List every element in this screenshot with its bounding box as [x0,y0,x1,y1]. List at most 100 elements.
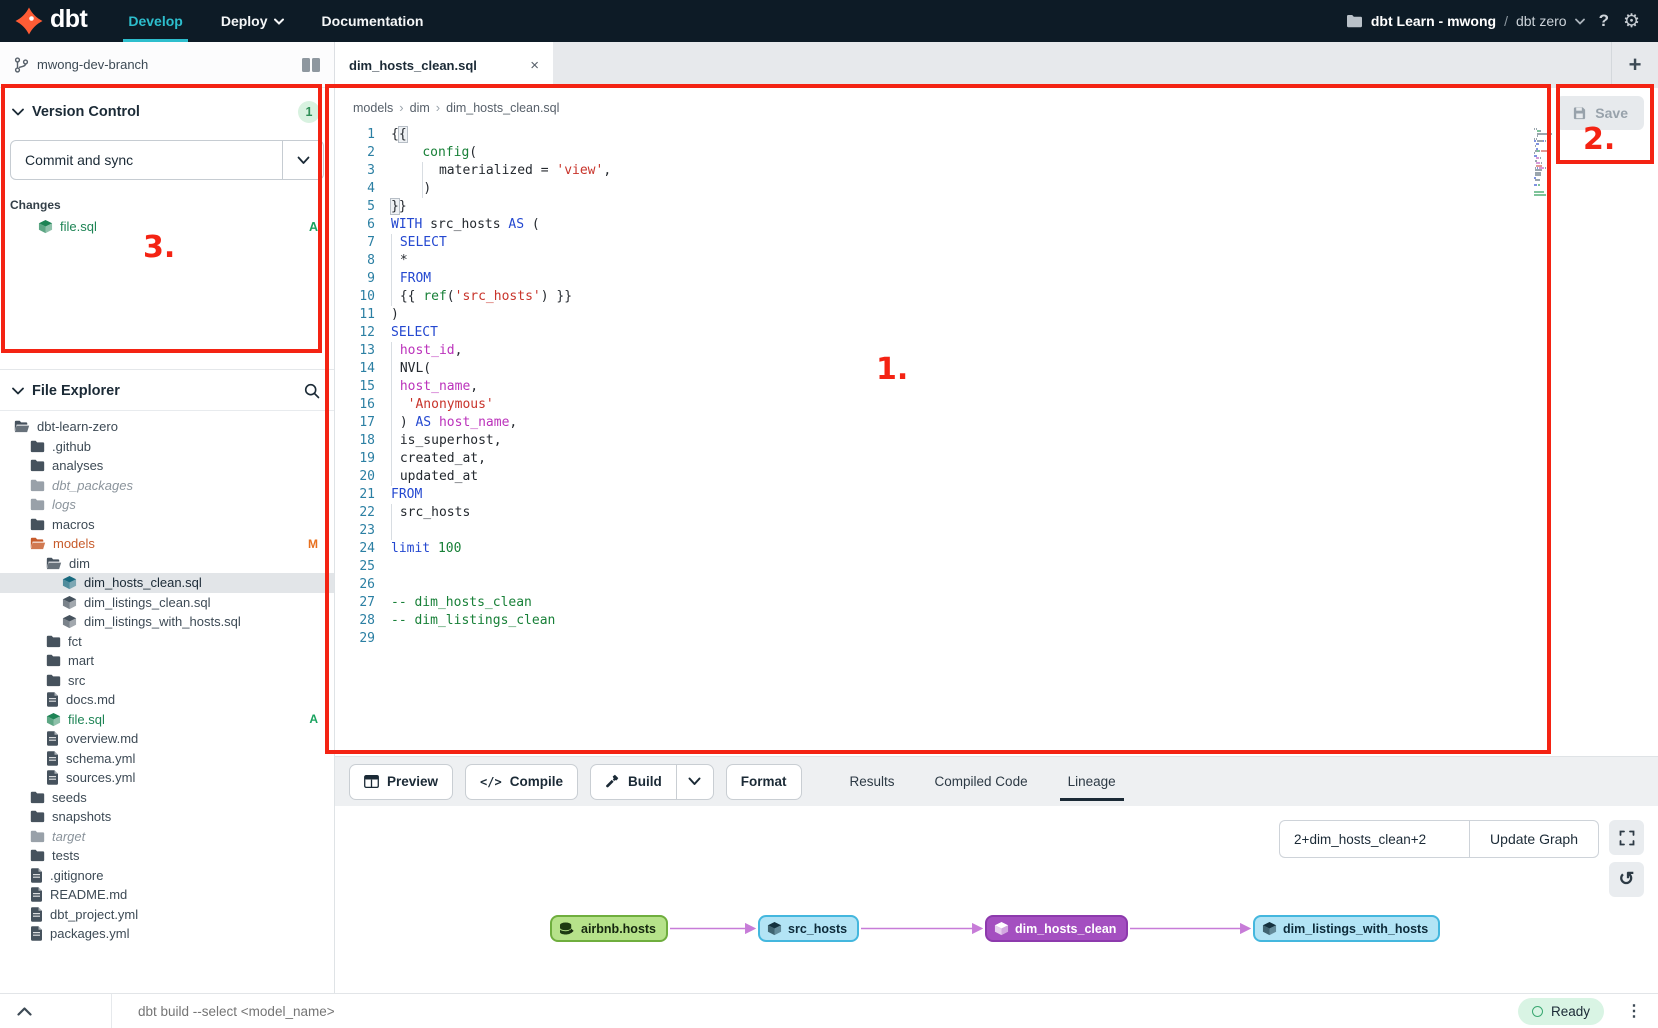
search-icon[interactable] [304,383,320,399]
code-line-26[interactable]: 26 [335,576,1658,594]
tree-item-packages-yml[interactable]: packages.yml [0,924,334,944]
lineage-node-dim_listings_with_hosts[interactable]: dim_listings_with_hosts [1253,915,1440,942]
tree-item-macros[interactable]: macros [0,515,334,535]
code-line-12[interactable]: 12SELECT [335,324,1658,342]
breadcrumb-models[interactable]: models [353,101,393,115]
tree-item-analyses[interactable]: analyses [0,456,334,476]
tree-item--gitignore[interactable]: .gitignore [0,866,334,886]
environment-name: dbt zero [1516,13,1567,29]
tree-item-mart[interactable]: mart [0,651,334,671]
code-line-14[interactable]: 14 NVL( [335,360,1658,378]
format-button[interactable]: Format [726,764,802,800]
code-line-13[interactable]: 13 host_id, [335,342,1658,360]
tree-item-schema-yml[interactable]: schema.yml [0,749,334,769]
code-line-18[interactable]: 18 is_superhost, [335,432,1658,450]
preview-button[interactable]: Preview [349,764,453,800]
tree-item--github[interactable]: .github [0,437,334,457]
code-line-11[interactable]: 11) [335,306,1658,324]
tab-dim-hosts-clean[interactable]: dim_hosts_clean.sql × [335,42,553,88]
tree-item-logs[interactable]: logs [0,495,334,515]
tree-item-fct[interactable]: fct [0,632,334,652]
code-line-9[interactable]: 9 FROM [335,270,1658,288]
kebab-menu-icon[interactable]: ⋮ [1626,1001,1642,1021]
code-line-25[interactable]: 25 [335,558,1658,576]
chevron-down-icon [274,18,284,25]
code-line-3[interactable]: 3 materialized = 'view', [335,162,1658,180]
tree-item-dim-listings-with-hosts-sql[interactable]: dim_listings_with_hosts.sql [0,612,334,632]
code-line-22[interactable]: 22 src_hosts [335,504,1658,522]
tree-item-docs-md[interactable]: docs.md [0,690,334,710]
code-line-27[interactable]: 27-- dim_hosts_clean [335,594,1658,612]
code-editor[interactable]: 1{{2 config(3 materialized = 'view',4 )5… [335,126,1658,756]
close-icon[interactable]: × [530,57,539,74]
tab-lineage[interactable]: Lineage [1066,757,1118,806]
breadcrumb-file[interactable]: dim_hosts_clean.sql [446,101,559,115]
lineage-node-dim_hosts_clean[interactable]: dim_hosts_clean [985,915,1128,942]
code-line-21[interactable]: 21FROM [335,486,1658,504]
tree-item-dbt-packages[interactable]: dbt_packages [0,476,334,496]
help-icon[interactable]: ? [1599,11,1609,31]
breadcrumb-dim[interactable]: dim [410,101,430,115]
tree-item-dim[interactable]: dim [0,554,334,574]
tree-item-file-sql[interactable]: file.sqlA [0,710,334,730]
tree-item-seeds[interactable]: seeds [0,788,334,808]
new-tab-button[interactable]: + [1611,42,1658,88]
changed-file-row[interactable]: file.sql A [0,216,334,237]
file-explorer-header[interactable]: File Explorer [0,369,334,411]
tab-results[interactable]: Results [848,757,897,806]
gear-icon[interactable]: ⚙ [1623,12,1640,31]
build-options-dropdown[interactable] [676,765,713,799]
version-control-header[interactable]: Version Control 1 [0,88,334,134]
lineage-graph[interactable]: airbnb.hosts src_hosts dim_hosts_clean dim_… [335,806,1658,994]
editor-minimap[interactable] [1534,128,1550,199]
code-line-6[interactable]: 6WITH src_hosts AS ( [335,216,1658,234]
commit-options-dropdown[interactable] [282,141,323,179]
tree-item-sources-yml[interactable]: sources.yml [0,768,334,788]
code-line-10[interactable]: 10 {{ ref('src_hosts') }} [335,288,1658,306]
tree-item-target[interactable]: target [0,827,334,847]
tree-item-snapshots[interactable]: snapshots [0,807,334,827]
line-number: 9 [335,270,391,288]
model-icon [994,921,1009,936]
tree-item-src[interactable]: src [0,671,334,691]
expand-console-button[interactable] [0,1007,48,1016]
lineage-node-airbnb-hosts[interactable]: airbnb.hosts [550,915,668,942]
code-line-15[interactable]: 15 host_name, [335,378,1658,396]
code-line-7[interactable]: 7 SELECT [335,234,1658,252]
tree-item-dbt-learn-zero[interactable]: dbt-learn-zero [0,417,334,437]
dbt-logo[interactable]: dbt [0,0,113,42]
split-view-icon[interactable] [302,58,320,72]
hammer-icon [605,774,620,789]
build-button[interactable]: Build [591,765,676,799]
account-selector[interactable]: dbt Learn - mwong / dbt zero [1346,13,1585,29]
nav-deploy[interactable]: Deploy [206,0,299,42]
code-line-16[interactable]: 16 'Anonymous' [335,396,1658,414]
code-line-28[interactable]: 28-- dim_listings_clean [335,612,1658,630]
code-line-20[interactable]: 20 updated_at [335,468,1658,486]
nav-develop[interactable]: Develop [113,0,197,42]
code-line-1[interactable]: 1{{ [335,126,1658,144]
code-line-19[interactable]: 19 created_at, [335,450,1658,468]
code-line-4[interactable]: 4 ) [335,180,1658,198]
code-line-2[interactable]: 2 config( [335,144,1658,162]
tab-compiled-code[interactable]: Compiled Code [933,757,1030,806]
save-button[interactable]: Save [1556,96,1644,130]
code-line-8[interactable]: 8 * [335,252,1658,270]
code-line-23[interactable]: 23 [335,522,1658,540]
code-line-5[interactable]: 5}} [335,198,1658,216]
code-line-29[interactable]: 29 [335,630,1658,648]
code-line-24[interactable]: 24limit 100 [335,540,1658,558]
tree-item-dbt-project-yml[interactable]: dbt_project.yml [0,905,334,925]
compile-button[interactable]: </> Compile [465,764,578,800]
tree-item-dim-hosts-clean-sql[interactable]: dim_hosts_clean.sql [0,573,334,593]
code-line-17[interactable]: 17 ) AS host_name, [335,414,1658,432]
tree-item-dim-listings-clean-sql[interactable]: dim_listings_clean.sql [0,593,334,613]
breadcrumb: models › dim › dim_hosts_clean.sql [335,88,1658,123]
tree-item-models[interactable]: modelsM [0,534,334,554]
lineage-node-src_hosts[interactable]: src_hosts [758,915,859,942]
tree-item-readme-md[interactable]: README.md [0,885,334,905]
tree-item-overview-md[interactable]: overview.md [0,729,334,749]
nav-documentation[interactable]: Documentation [307,0,439,42]
command-input[interactable] [112,1003,1518,1020]
tree-item-tests[interactable]: tests [0,846,334,866]
